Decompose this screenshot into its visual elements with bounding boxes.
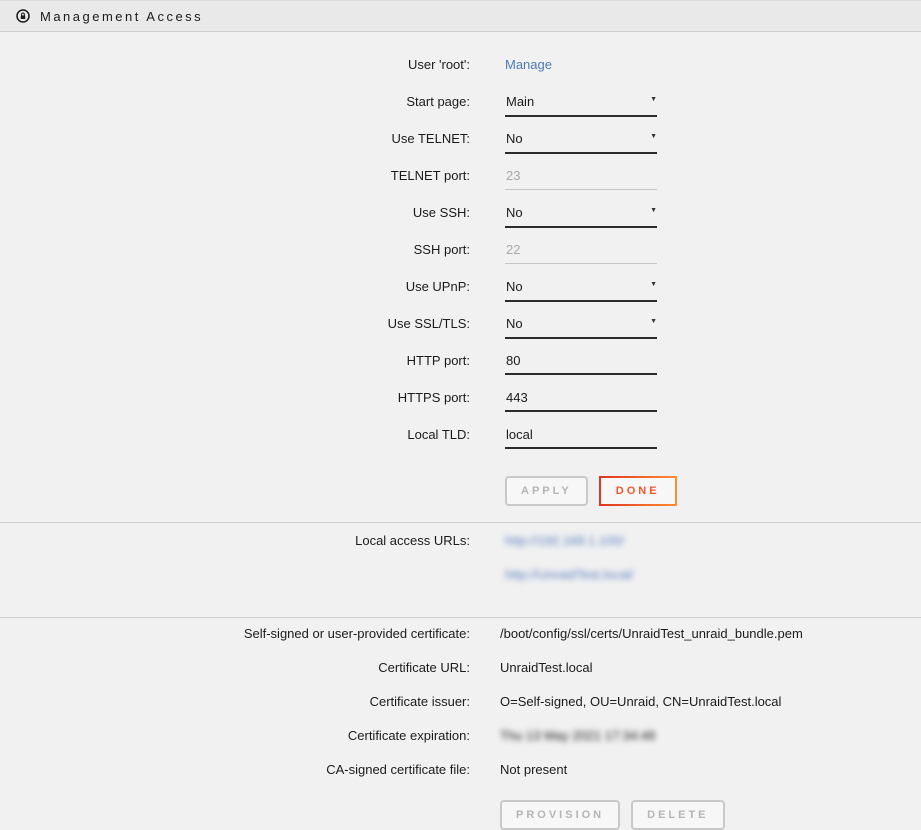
use-telnet-select[interactable]: No ▼: [505, 131, 657, 154]
cert-url-value: UnraidTest.local: [500, 660, 593, 675]
chevron-down-icon: ▼: [650, 207, 657, 214]
https-port-label: HTTPS port:: [0, 390, 470, 405]
start-page-value: Main: [506, 94, 534, 109]
use-telnet-value: No: [506, 131, 523, 146]
row-local-tld: Local TLD:: [0, 427, 921, 464]
local-access-section: Local access URLs: http://192.168.1.100/…: [0, 523, 921, 601]
ca-cert-file-label: CA-signed certificate file:: [0, 762, 470, 777]
https-port-input[interactable]: [505, 390, 657, 412]
page-title: Management Access: [40, 9, 203, 24]
row-local-access-url-1: Local access URLs: http://192.168.1.100/: [0, 533, 921, 567]
row-cert-expiration: Certificate expiration: Thu 13 May 2021 …: [0, 728, 921, 762]
row-use-telnet: Use TELNET: No ▼: [0, 131, 921, 168]
use-ssh-value: No: [506, 205, 523, 220]
cert-url-label: Certificate URL:: [0, 660, 470, 675]
http-port-input[interactable]: [505, 353, 657, 375]
row-cert-file: Self-signed or user-provided certificate…: [0, 626, 921, 660]
row-local-access-url-2: http://UnraidTest.local/: [0, 567, 921, 601]
chevron-down-icon: ▼: [650, 281, 657, 288]
done-button[interactable]: DONE: [599, 476, 677, 506]
row-use-ssh: Use SSH: No ▼: [0, 205, 921, 242]
row-cert-issuer: Certificate issuer: O=Self-signed, OU=Un…: [0, 694, 921, 728]
ssh-port-label: SSH port:: [0, 242, 470, 257]
use-ssh-select[interactable]: No ▼: [505, 205, 657, 228]
ca-cert-file-value: Not present: [500, 762, 567, 777]
cert-expiration-label: Certificate expiration:: [0, 728, 470, 743]
delete-button[interactable]: DELETE: [631, 800, 724, 830]
chevron-down-icon: ▼: [650, 96, 657, 103]
chevron-down-icon: ▼: [650, 318, 657, 325]
row-cert-url: Certificate URL: UnraidTest.local: [0, 660, 921, 694]
local-access-url-hostname[interactable]: http://UnraidTest.local/: [505, 567, 634, 582]
use-telnet-label: Use TELNET:: [0, 131, 470, 146]
user-root-label: User 'root':: [0, 57, 470, 72]
start-page-label: Start page:: [0, 94, 470, 109]
cert-file-value: /boot/config/ssl/certs/UnraidTest_unraid…: [500, 626, 803, 641]
local-access-urls-label: Local access URLs:: [0, 533, 470, 548]
ssh-port-input: [505, 242, 657, 264]
telnet-port-label: TELNET port:: [0, 168, 470, 183]
http-port-label: HTTP port:: [0, 353, 470, 368]
apply-button[interactable]: APPLY: [505, 476, 588, 506]
row-use-ssl: Use SSL/TLS: No ▼: [0, 316, 921, 353]
chevron-down-icon: ▼: [650, 133, 657, 140]
row-user-root: User 'root': Manage: [0, 57, 921, 94]
row-telnet-port: TELNET port:: [0, 168, 921, 205]
start-page-select[interactable]: Main ▼: [505, 94, 657, 117]
use-ssl-select[interactable]: No ▼: [505, 316, 657, 339]
cert-issuer-label: Certificate issuer:: [0, 694, 470, 709]
use-ssl-label: Use SSL/TLS:: [0, 316, 470, 331]
cert-expiration-value: Thu 13 May 2021 17:34:48: [500, 728, 655, 743]
lock-circle-icon: [16, 9, 30, 23]
certificate-section: Self-signed or user-provided certificate…: [0, 618, 921, 830]
row-https-port: HTTPS port:: [0, 390, 921, 427]
certificate-buttons: PROVISION DELETE: [500, 800, 921, 830]
provision-button[interactable]: PROVISION: [500, 800, 620, 830]
local-tld-input[interactable]: [505, 427, 657, 449]
row-ca-cert-file: CA-signed certificate file: Not present: [0, 762, 921, 796]
manage-link[interactable]: Manage: [505, 57, 552, 72]
row-start-page: Start page: Main ▼: [0, 94, 921, 131]
row-http-port: HTTP port:: [0, 353, 921, 390]
use-upnp-value: No: [506, 279, 523, 294]
cert-file-label: Self-signed or user-provided certificate…: [0, 626, 470, 641]
form-buttons: APPLY DONE: [505, 476, 921, 506]
telnet-port-input: [505, 168, 657, 190]
local-tld-label: Local TLD:: [0, 427, 470, 442]
cert-issuer-value: O=Self-signed, OU=Unraid, CN=UnraidTest.…: [500, 694, 781, 709]
row-ssh-port: SSH port:: [0, 242, 921, 279]
use-ssl-value: No: [506, 316, 523, 331]
local-access-url-ip[interactable]: http://192.168.1.100/: [505, 533, 624, 548]
use-ssh-label: Use SSH:: [0, 205, 470, 220]
use-upnp-label: Use UPnP:: [0, 279, 470, 294]
row-use-upnp: Use UPnP: No ▼: [0, 279, 921, 316]
section-header: Management Access: [0, 0, 921, 32]
management-access-form: User 'root': Manage Start page: Main ▼ U…: [0, 32, 921, 506]
use-upnp-select[interactable]: No ▼: [505, 279, 657, 302]
